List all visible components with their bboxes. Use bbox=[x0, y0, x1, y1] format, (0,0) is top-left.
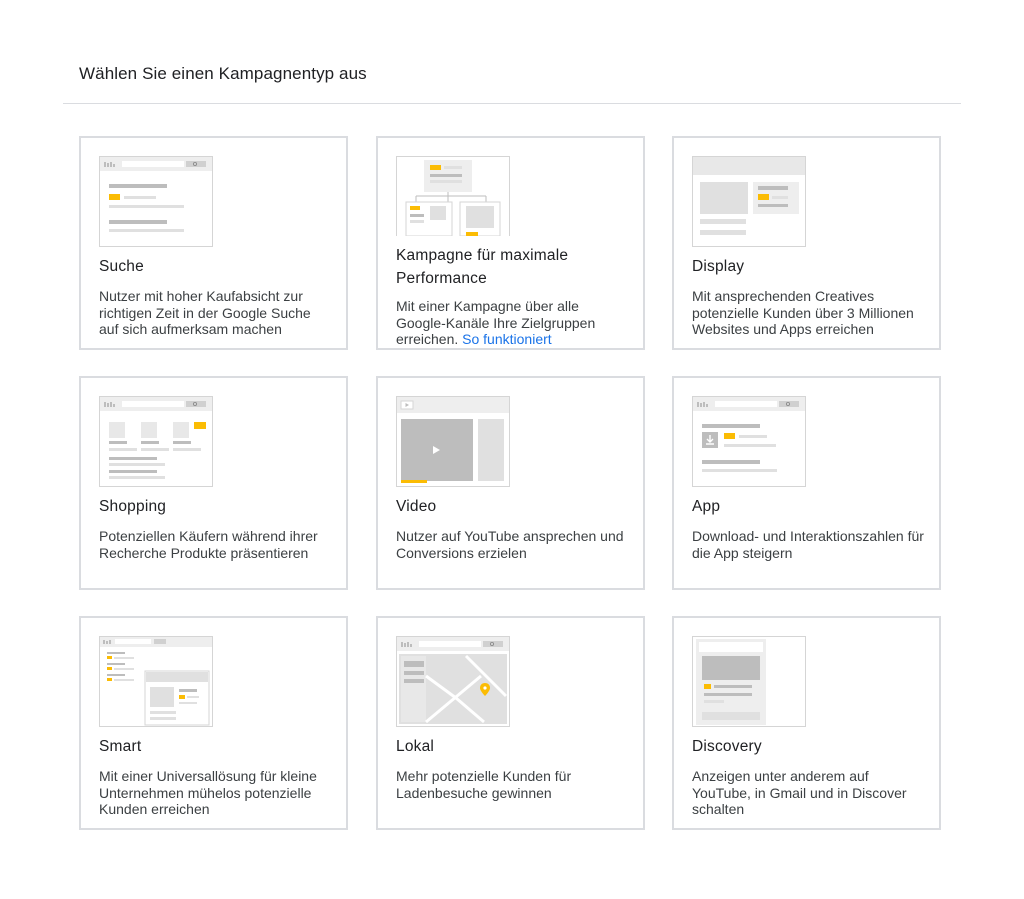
card-title: Kampagne für maximale Performance bbox=[396, 247, 569, 287]
card-description: Anzeigen unter anderem auf YouTube, in G… bbox=[692, 768, 907, 818]
smart-ad-illustration bbox=[99, 636, 214, 728]
card-description: Download- und Interaktionszahlen für die… bbox=[692, 528, 924, 561]
card-description: Mit einer Universallösung für kleine Unt… bbox=[99, 768, 317, 818]
shopping-ad-illustration bbox=[99, 396, 214, 488]
how-it-works-link[interactable]: So funktioniert bbox=[462, 331, 552, 347]
campaign-type-grid: Suche Nutzer mit hoher Kaufabsicht zur r… bbox=[79, 136, 942, 831]
discovery-feed-illustration bbox=[692, 636, 807, 728]
card-description: Mit einer Kampagne über alle Google-Kanä… bbox=[396, 298, 631, 348]
card-title: Display bbox=[692, 258, 745, 275]
page-title: Wählen Sie einen Kampagnentyp aus bbox=[79, 64, 367, 83]
campaign-card-search[interactable]: Suche Nutzer mit hoher Kaufabsicht zur r… bbox=[79, 136, 348, 350]
campaign-card-smart[interactable]: Smart Mit einer Universallösung für klei… bbox=[79, 616, 348, 830]
display-ad-illustration bbox=[692, 156, 807, 248]
card-title: Suche bbox=[99, 258, 144, 275]
card-title: Video bbox=[396, 498, 437, 515]
search-ad-illustration bbox=[99, 156, 214, 248]
app-ad-illustration bbox=[692, 396, 807, 488]
performance-max-illustration bbox=[396, 156, 511, 236]
card-description: Nutzer mit hoher Kaufabsicht zur richtig… bbox=[99, 288, 311, 338]
card-title: Lokal bbox=[396, 738, 435, 755]
campaign-card-video[interactable]: Video Nutzer auf YouTube ansprechen und … bbox=[376, 376, 645, 590]
local-map-illustration bbox=[396, 636, 511, 728]
card-description: Potenziellen Käufern während ihrer Reche… bbox=[99, 528, 318, 561]
card-description: Nutzer auf YouTube ansprechen und Conver… bbox=[396, 528, 624, 561]
campaign-card-display[interactable]: Display Mit ansprechenden Creatives pote… bbox=[672, 136, 941, 350]
video-ad-illustration bbox=[396, 396, 511, 488]
header-divider bbox=[63, 103, 961, 104]
campaign-card-performance-max[interactable]: Kampagne für maximale Performance Mit ei… bbox=[376, 136, 645, 350]
campaign-card-shopping[interactable]: Shopping Potenziellen Käufern während ih… bbox=[79, 376, 348, 590]
campaign-card-app[interactable]: App Download- und Interaktionszahlen für… bbox=[672, 376, 941, 590]
campaign-card-discovery[interactable]: Discovery Anzeigen unter anderem auf You… bbox=[672, 616, 941, 830]
card-description: Mehr potenzielle Kunden für Ladenbesuche… bbox=[396, 768, 572, 801]
card-title: App bbox=[692, 498, 721, 515]
card-description: Mit ansprechenden Creatives potenzielle … bbox=[692, 288, 914, 338]
card-title: Discovery bbox=[692, 738, 762, 755]
card-title: Smart bbox=[99, 738, 142, 755]
campaign-card-local[interactable]: Lokal Mehr potenzielle Kunden für Ladenb… bbox=[376, 616, 645, 830]
card-title: Shopping bbox=[99, 498, 167, 515]
